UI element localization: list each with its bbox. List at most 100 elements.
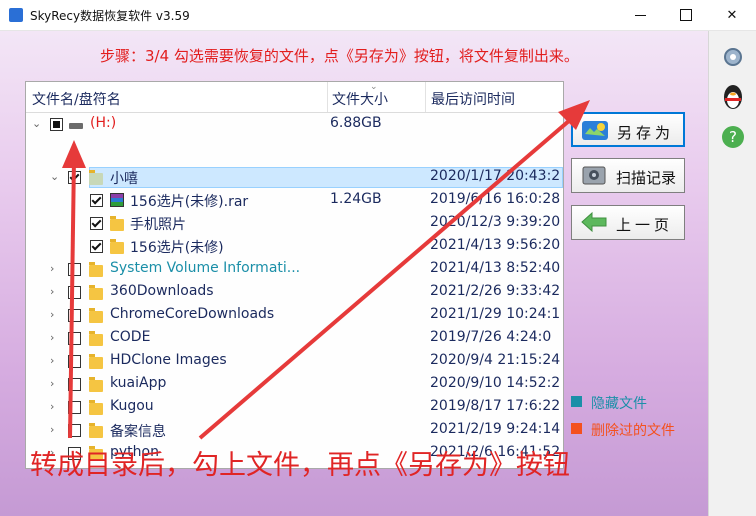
- row-checkbox[interactable]: [68, 378, 81, 391]
- tree-row-selected[interactable]: ⌄ 小嘻 2020/1/17 20:43:2: [26, 166, 563, 189]
- minimize-button[interactable]: [617, 0, 663, 30]
- folder-icon: [89, 262, 103, 277]
- row-checkbox[interactable]: [68, 355, 81, 368]
- row-time: 2021/1/29 10:24:1: [430, 306, 561, 322]
- tree-row[interactable]: › CODE 2019/7/26 4:24:0: [26, 327, 563, 350]
- folder-icon: [89, 308, 103, 323]
- folder-icon: [89, 331, 103, 346]
- previous-page-button[interactable]: 上一页: [571, 205, 685, 240]
- expand-icon[interactable]: ›: [50, 263, 60, 274]
- row-time: 2021/2/19 9:24:14: [430, 421, 561, 437]
- legend-label: 删除过的文件: [591, 423, 675, 439]
- title-bar: SkyRecy数据恢复软件 v3.59 ✕: [0, 0, 756, 31]
- expand-icon[interactable]: ›: [50, 355, 60, 366]
- window-title: SkyRecy数据恢复软件 v3.59: [30, 9, 190, 23]
- row-name: 156选片(未修): [130, 240, 224, 256]
- row-name: CODE: [110, 329, 151, 345]
- folder-icon: [89, 170, 103, 185]
- row-time: 2020/9/4 21:15:24: [430, 352, 561, 368]
- side-toolbar: ?: [708, 31, 756, 516]
- tree-row[interactable]: › Kugou 2019/8/17 17:6:22: [26, 396, 563, 419]
- expand-icon[interactable]: ›: [50, 286, 60, 297]
- close-icon: ✕: [726, 7, 738, 23]
- row-name: 360Downloads: [110, 283, 214, 299]
- folder-icon: [89, 423, 103, 438]
- row-checkbox[interactable]: [90, 217, 103, 230]
- save-as-button[interactable]: 另存为: [571, 112, 685, 147]
- scan-history-button[interactable]: 扫描记录: [571, 158, 685, 193]
- row-name: HDClone Images: [110, 352, 227, 368]
- row-checkbox[interactable]: [68, 263, 81, 276]
- help-icon[interactable]: ?: [719, 123, 747, 151]
- row-checkbox[interactable]: [68, 286, 81, 299]
- row-name: ChromeCoreDownloads: [110, 306, 275, 322]
- app-icon: [9, 8, 23, 22]
- maximize-button[interactable]: [663, 0, 709, 30]
- tree-row[interactable]: › kuaiApp 2020/9/10 14:52:2: [26, 373, 563, 396]
- collapse-icon[interactable]: ⌄: [32, 118, 42, 129]
- row-checkbox[interactable]: [50, 118, 63, 131]
- tree-row[interactable]: › System Volume Informati... 2021/4/13 8…: [26, 258, 563, 281]
- tree-row[interactable]: 156选片(未修).rar 1.24GB 2019/6/16 16:0:28: [26, 189, 563, 212]
- column-header-size[interactable]: 文件大小: [332, 89, 388, 109]
- tree-row[interactable]: 156选片(未修) 2021/4/13 9:56:20: [26, 235, 563, 258]
- scan-history-icon: [582, 166, 606, 185]
- row-name: Kugou: [110, 398, 154, 414]
- tree-row[interactable]: › HDClone Images 2020/9/4 21:15:24: [26, 350, 563, 373]
- folder-icon: [89, 377, 103, 392]
- expand-icon[interactable]: ›: [50, 309, 60, 320]
- tree-row[interactable]: › 360Downloads 2021/2/26 9:33:42: [26, 281, 563, 304]
- tree-row[interactable]: › ChromeCoreDownloads 2021/1/29 10:24:1: [26, 304, 563, 327]
- folder-icon: [110, 239, 124, 254]
- file-tree[interactable]: 文件名/盘符名 ⌄ 文件大小 最后访问时间 ⌄ (H:) 6.88GB ⌄ 小嘻…: [25, 81, 564, 469]
- row-name: 手机照片: [130, 217, 186, 233]
- row-time: 2020/1/17 20:43:2: [430, 168, 561, 184]
- annotation-instruction: 转成目录后，勾上文件，再点《另存为》按钮: [30, 450, 570, 481]
- row-name: 小嘻: [110, 171, 138, 187]
- close-button[interactable]: ✕: [709, 0, 755, 30]
- maximize-icon: [680, 9, 692, 21]
- row-name: 备案信息: [110, 424, 166, 440]
- tree-row[interactable]: 手机照片 2020/12/3 9:39:20: [26, 212, 563, 235]
- settings-gear-icon[interactable]: [719, 43, 747, 71]
- save-as-icon: [582, 121, 608, 140]
- row-size: 6.88GB: [330, 115, 382, 131]
- row-name: 156选片(未修).rar: [130, 194, 249, 210]
- arrow-left-icon: [581, 211, 607, 233]
- row-checkbox[interactable]: [68, 309, 81, 322]
- row-time: 2019/8/17 17:6:22: [430, 398, 561, 414]
- qq-penguin-icon[interactable]: [719, 83, 747, 111]
- column-divider[interactable]: [327, 82, 328, 112]
- row-checkbox[interactable]: [68, 332, 81, 345]
- row-checkbox[interactable]: [68, 171, 81, 184]
- row-time: 2021/4/13 8:52:40: [430, 260, 561, 276]
- folder-icon: [89, 400, 103, 415]
- scan-history-label: 扫描记录: [616, 169, 677, 187]
- row-checkbox[interactable]: [68, 424, 81, 437]
- expand-icon[interactable]: ›: [50, 401, 60, 412]
- expand-icon[interactable]: ›: [50, 378, 60, 389]
- legend-swatch: [571, 396, 582, 407]
- row-checkbox[interactable]: [68, 401, 81, 414]
- column-header-time[interactable]: 最后访问时间: [431, 89, 515, 109]
- row-name: (H:): [90, 115, 117, 131]
- row-size: 1.24GB: [330, 191, 382, 207]
- row-time: 2020/12/3 9:39:20: [430, 214, 561, 230]
- folder-icon: [89, 354, 103, 369]
- row-checkbox[interactable]: [90, 194, 103, 207]
- collapse-icon[interactable]: ⌄: [50, 171, 60, 182]
- column-divider[interactable]: [425, 82, 426, 112]
- row-time: 2019/7/26 4:24:0: [430, 329, 552, 345]
- row-checkbox[interactable]: [90, 240, 103, 253]
- drive-icon: [69, 123, 83, 129]
- expand-icon[interactable]: ›: [50, 424, 60, 435]
- legend-swatch: [571, 423, 582, 434]
- column-header-name[interactable]: 文件名/盘符名: [32, 89, 121, 109]
- expand-icon[interactable]: ›: [50, 332, 60, 343]
- folder-icon: [110, 216, 124, 231]
- tree-row[interactable]: › 备案信息 2021/2/19 9:24:14: [26, 419, 563, 442]
- previous-page-label: 上一页: [616, 216, 674, 234]
- tree-row-drive[interactable]: ⌄ (H:) 6.88GB: [26, 113, 563, 136]
- row-time: 2021/4/13 9:56:20: [430, 237, 561, 253]
- folder-icon: [89, 285, 103, 300]
